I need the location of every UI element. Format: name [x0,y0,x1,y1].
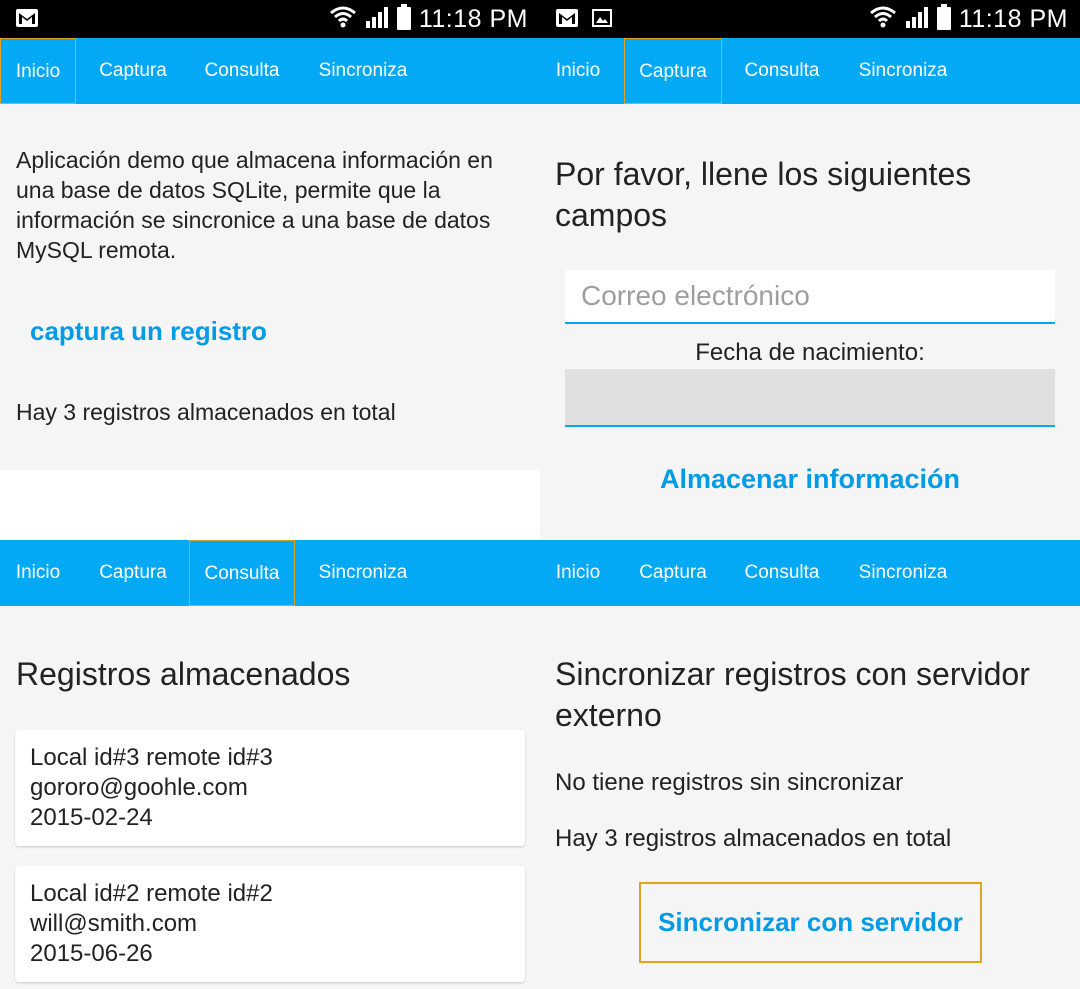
image-icon [592,9,612,32]
record-date: 2015-06-26 [30,940,153,967]
screen-consulta: Inicio Captura Consulta Sincroniza Regis… [0,540,540,989]
tab-captura[interactable]: Captura [84,38,182,104]
gmail-icon [556,9,578,32]
status-bar: 11:18 PM [0,0,540,38]
birthdate-field[interactable] [565,369,1055,427]
save-button[interactable]: Almacenar información [540,464,1080,495]
record-email: will@smith.com [30,910,198,937]
gmail-icon [16,9,38,32]
capture-link[interactable]: captura un registro [30,316,267,347]
record-count: Hay 3 registros almacenados en total [555,825,952,852]
app-description: Aplicación demo que almacena información… [16,147,493,263]
email-field[interactable] [565,270,1055,324]
record-count: Hay 3 registros almacenados en total [16,399,396,425]
status-time: 11:18 PM [958,5,1068,33]
birthdate-label: Fecha de nacimiento: [695,339,925,366]
tab-bar: Inicio Captura Consulta Sincroniza [540,540,1080,606]
record-date: 2015-02-24 [30,804,153,831]
tab-bar: Inicio Captura Consulta Sincroniza [0,540,540,606]
tab-bar: Inicio Captura Consulta Sincroniza [540,38,1080,104]
record-ids: Local id#2 remote id#2 [30,880,273,907]
battery-icon [936,4,951,35]
screen-captura: 11:18 PM Inicio Captura Consulta Sincron… [540,0,1080,540]
tab-inicio[interactable]: Inicio [540,540,616,606]
tab-consulta[interactable]: Consulta [729,540,835,606]
tab-consulta[interactable]: Consulta [189,540,295,606]
tab-sincroniza[interactable]: Sincroniza [305,540,421,606]
wifi-icon [329,5,357,34]
tab-inicio[interactable]: Inicio [0,38,76,104]
record-ids: Local id#3 remote id#3 [30,744,273,771]
sync-button[interactable]: Sincronizar con servidor [639,882,982,963]
page-title: Por favor, llene los siguientes campos [555,156,972,233]
record-email: gororo@goohle.com [30,774,248,801]
email-input[interactable] [565,270,1055,322]
screen-inicio: 11:18 PM Inicio Captura Consulta Sincron… [0,0,540,540]
tab-bar: Inicio Captura Consulta Sincroniza [0,38,540,104]
tab-consulta[interactable]: Consulta [729,38,835,104]
tab-inicio[interactable]: Inicio [540,38,616,104]
record-card[interactable]: Local id#2 remote id#2 will@smith.com 20… [15,866,525,982]
tab-captura[interactable]: Captura [624,38,722,104]
tab-captura[interactable]: Captura [84,540,182,606]
page-title: Sincronizar registros con servidor exter… [555,656,1030,733]
wifi-icon [869,5,897,34]
status-bar: 11:18 PM [540,0,1080,38]
signal-icon [365,5,389,34]
page-title: Registros almacenados [16,656,351,692]
tab-sincroniza[interactable]: Sincroniza [305,38,421,104]
tab-captura[interactable]: Captura [624,540,722,606]
tab-consulta[interactable]: Consulta [189,38,295,104]
tab-inicio[interactable]: Inicio [0,540,76,606]
battery-icon [396,4,411,35]
record-card[interactable]: Local id#3 remote id#3 gororo@goohle.com… [15,730,525,846]
tab-sincroniza[interactable]: Sincroniza [845,38,961,104]
tab-sincroniza[interactable]: Sincroniza [845,540,961,606]
screen-sincroniza: Inicio Captura Consulta Sincroniza Sincr… [540,540,1080,989]
signal-icon [905,5,929,34]
status-time: 11:18 PM [418,5,528,33]
pending-status: No tiene registros sin sincronizar [555,769,904,796]
